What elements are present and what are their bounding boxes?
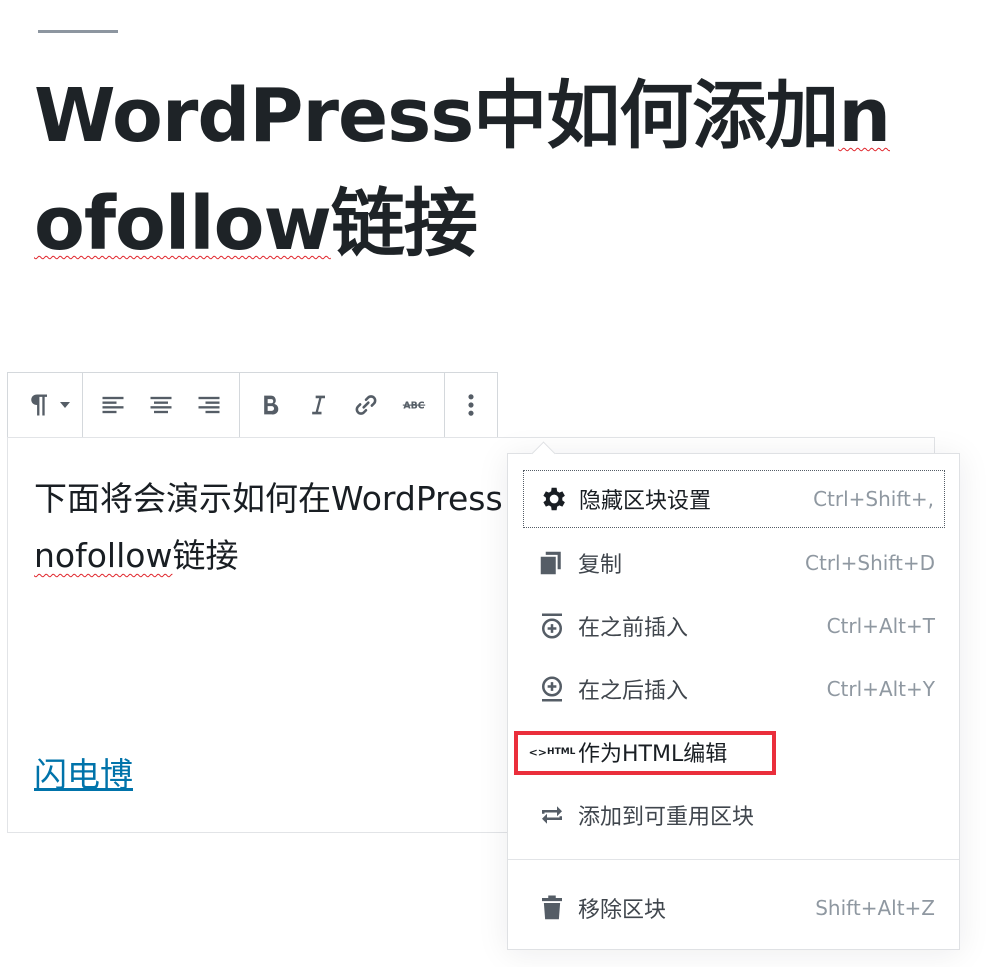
strikethrough-icon: ABC <box>402 401 426 412</box>
paragraph-icon <box>31 394 47 416</box>
menu-item-label: 作为HTML编辑 <box>578 742 728 767</box>
paragraph-link[interactable]: 闪电博 <box>34 748 133 796</box>
italic-icon <box>312 395 325 415</box>
block-type-group <box>8 373 83 437</box>
align-center-button[interactable] <box>137 381 185 429</box>
insert-before-icon <box>536 610 568 642</box>
alignment-group <box>83 373 240 437</box>
title-misspelled-word: ofollow <box>34 181 332 267</box>
menu-item-label: 隐藏区块设置 <box>579 489 712 514</box>
menu-separator <box>508 859 959 860</box>
block-toolbar: ABC <box>7 372 498 438</box>
menu-item-edit-as-html[interactable]: <> HTML 作为HTML编辑 <box>523 723 945 781</box>
link-button[interactable] <box>342 381 390 429</box>
align-right-button[interactable] <box>185 381 233 429</box>
more-options-button[interactable] <box>451 381 491 429</box>
menu-item-add-reusable[interactable]: 添加到可重用区块 <box>523 786 945 844</box>
chevron-down-icon <box>60 402 70 408</box>
menu-item-shortcut: Shift+Alt+Z <box>815 896 935 920</box>
gear-icon <box>537 483 569 515</box>
html-icon: <> HTML <box>528 745 576 759</box>
menu-item-insert-before[interactable]: 在之前插入 Ctrl+Alt+T <box>523 597 945 655</box>
align-left-icon <box>102 396 124 414</box>
menu-item-shortcut: Ctrl+Alt+T <box>826 614 935 638</box>
title-separator <box>38 30 118 33</box>
italic-button[interactable] <box>294 381 342 429</box>
menu-item-remove-block[interactable]: 移除区块 Shift+Alt+Z <box>523 879 945 937</box>
more-vertical-icon <box>468 394 474 416</box>
misspelled-word: nofollow <box>34 536 173 575</box>
menu-item-shortcut: Ctrl+Shift+D <box>805 551 935 575</box>
trash-icon <box>536 892 568 924</box>
align-left-button[interactable] <box>89 381 137 429</box>
align-center-icon <box>150 396 172 414</box>
menu-item-label: 移除区块 <box>578 898 667 923</box>
strikethrough-label: ABC <box>403 401 424 412</box>
menu-item-insert-after[interactable]: 在之后插入 Ctrl+Alt+Y <box>523 660 945 718</box>
menu-item-label: 添加到可重用区块 <box>578 805 755 830</box>
block-settings-menu: 隐藏区块设置 Ctrl+Shift+, 复制 Ctrl+Shift+D 在之前插… <box>507 453 960 950</box>
menu-item-label: 复制 <box>578 553 623 578</box>
menu-item-label: 在之前插入 <box>578 616 689 641</box>
reusable-icon <box>536 799 568 831</box>
post-title[interactable]: WordPress中如何添加n ofollow链接 <box>34 62 934 278</box>
strikethrough-button[interactable]: ABC <box>390 381 438 429</box>
paragraph-block-switcher[interactable] <box>14 381 76 429</box>
paragraph-line: 下面将会演示如何在WordPress中添加 <box>34 479 504 518</box>
paragraph-text[interactable]: 下面将会演示如何在WordPress中添加 nofollow链接 <box>34 470 504 584</box>
menu-item-duplicate[interactable]: 复制 Ctrl+Shift+D <box>523 534 945 592</box>
more-options-group <box>445 373 497 437</box>
menu-item-label: 在之后插入 <box>578 679 689 704</box>
menu-item-shortcut: Ctrl+Alt+Y <box>826 677 935 701</box>
title-text-end: 链接 <box>330 181 478 267</box>
bold-icon <box>264 395 279 415</box>
duplicate-icon <box>536 547 568 579</box>
paragraph-line-end: 链接 <box>172 536 239 575</box>
title-text: WordPress中如何添加 <box>34 73 839 159</box>
align-right-icon <box>198 396 220 414</box>
insert-after-icon <box>536 673 568 705</box>
formatting-group: ABC <box>240 373 445 437</box>
title-misspelled-fragment: n <box>838 73 891 159</box>
link-icon <box>355 395 377 415</box>
bold-button[interactable] <box>246 381 294 429</box>
menu-item-hide-settings[interactable]: 隐藏区块设置 Ctrl+Shift+, <box>523 470 945 528</box>
html-icon-text: HTML <box>547 747 576 757</box>
menu-item-shortcut: Ctrl+Shift+, <box>813 487 934 511</box>
